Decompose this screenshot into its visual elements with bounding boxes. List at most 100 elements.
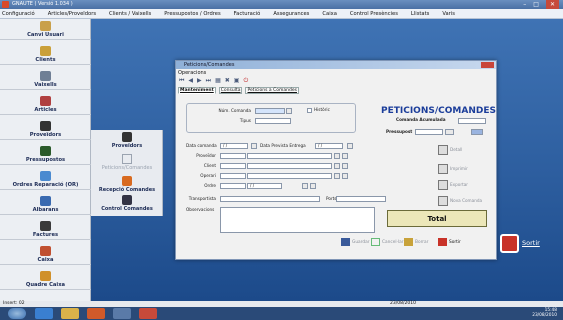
guardar-button[interactable]: Guardar — [341, 237, 370, 247]
articles-icon — [40, 96, 51, 106]
proveidor-name-input[interactable] — [247, 153, 332, 159]
orders-tabs: Manteniment Consulta Peticions a Comande… — [178, 87, 299, 94]
subpanel-item-peticions-comandes[interactable]: Peticions/Comandes — [91, 152, 163, 173]
client-code-input[interactable] — [220, 163, 246, 169]
sidebar-item-quadre-caixa[interactable]: Quadre Caixa — [0, 269, 91, 290]
orders-window-close-button[interactable] — [481, 62, 494, 68]
browser-taskbar-icon[interactable] — [35, 308, 53, 319]
tab-peticions-a-comandes[interactable]: Peticions a Comandes — [245, 87, 299, 94]
data-comanda-calendar-icon[interactable] — [251, 143, 257, 149]
first-record-icon[interactable]: ⏮ — [179, 77, 184, 85]
maximize-button[interactable]: □ — [533, 0, 539, 9]
operari-edit-button[interactable] — [342, 173, 348, 179]
sidebar-item-label: Factures — [32, 232, 59, 238]
imprimir-button[interactable]: Imprimir — [438, 162, 484, 175]
client-name-input[interactable] — [247, 163, 332, 169]
tipus-select[interactable] — [255, 118, 291, 124]
subpanel-item-recepcio-comandes[interactable]: Recepció Comandes — [91, 174, 163, 195]
folder-taskbar-icon[interactable] — [61, 308, 79, 319]
sidebar-item-proveidors[interactable]: Proveïdors — [0, 119, 91, 140]
sortir-window-button[interactable]: Sortir — [438, 237, 461, 247]
client-search-icon[interactable] — [334, 163, 340, 169]
exportar-button[interactable]: Exportar — [438, 178, 484, 191]
cancelar-button[interactable]: Cancel·lar — [371, 237, 404, 247]
menu-facturacio[interactable]: Facturació — [234, 9, 261, 18]
transportista-select[interactable] — [220, 196, 320, 202]
repair-order-icon — [40, 171, 51, 181]
operari-label: Operari — [200, 173, 216, 178]
sidebar-item-albarans[interactable]: Albarans — [0, 194, 91, 215]
menu-caixa[interactable]: Caixa — [322, 9, 337, 18]
ordre-search-icon[interactable] — [302, 183, 308, 189]
sidebar-item-factures[interactable]: Factures — [0, 219, 91, 240]
start-button[interactable] — [8, 308, 26, 319]
data-comanda-input[interactable]: / / — [220, 143, 248, 149]
data-comanda-label: Data comanda — [186, 143, 217, 148]
pressupost-search-icon[interactable] — [445, 129, 454, 135]
app-taskbar-icon[interactable] — [113, 308, 131, 319]
save-icon[interactable]: ▣ — [234, 77, 240, 85]
sidebar-item-pressupostos[interactable]: Pressupostos — [0, 144, 91, 165]
operari-code-input[interactable] — [220, 173, 246, 179]
sortir-app-button[interactable]: Sortir — [500, 232, 546, 254]
sidebar-item-ordres-reparacio[interactable]: Ordres Reparació (OR) — [0, 169, 91, 190]
borrar-button[interactable]: Borrar — [404, 237, 428, 247]
ordre-date-input[interactable]: / / — [247, 183, 282, 189]
tab-consulta[interactable]: Consulta — [218, 87, 243, 94]
ports-label: Ports — [326, 196, 337, 201]
client-label: Client — [203, 163, 216, 168]
ordre-code-input[interactable] — [220, 183, 246, 189]
subpanel-item-proveidors[interactable]: Proveïdors — [91, 130, 163, 151]
menu-configuracio[interactable]: Configuració — [2, 9, 35, 18]
comanda-acumulada-input[interactable] — [458, 118, 486, 124]
last-record-icon[interactable]: ⏭ — [206, 77, 211, 85]
num-comanda-input[interactable] — [255, 108, 285, 114]
data-entrega-label: Data Prevista Entrega — [260, 143, 306, 148]
proveidor-code-input[interactable] — [220, 153, 246, 159]
ports-select[interactable] — [336, 196, 386, 202]
transportista-label: Transportista — [188, 196, 216, 201]
menu-varis[interactable]: Varis — [442, 9, 455, 18]
menu-operacions[interactable]: Operacions — [178, 70, 206, 76]
menu-control-presencies[interactable]: Control Presències — [350, 9, 398, 18]
media-taskbar-icon[interactable] — [87, 308, 105, 319]
nova-comanda-button[interactable]: Nova Comanda — [438, 194, 484, 207]
close-button[interactable]: ✕ — [545, 0, 559, 9]
orders-window: Peticions/Comandes Operacions ⏮ ◀ ▶ ⏭ ▦ … — [175, 60, 497, 260]
subpanel-item-control-comandes[interactable]: Control Comandes — [91, 193, 163, 214]
pressupost-input[interactable] — [415, 129, 443, 135]
grid-icon[interactable]: ▦ — [215, 77, 221, 85]
taskbar-clock: 15:48 23/08/2010 — [532, 308, 557, 318]
sidebar-item-clients[interactable]: Clients — [0, 44, 91, 65]
historic-checkbox[interactable] — [307, 108, 312, 113]
proveidor-edit-button[interactable] — [342, 153, 348, 159]
exit-icon[interactable]: ⏻ — [243, 77, 248, 85]
operari-search-icon[interactable] — [334, 173, 340, 179]
proveidor-search-icon[interactable] — [334, 153, 340, 159]
menu-articles-proveidors[interactable]: Articles/Proveïdors — [48, 9, 96, 18]
detall-button[interactable]: Detall — [438, 143, 484, 156]
data-entrega-calendar-icon[interactable] — [347, 143, 353, 149]
sidebar-item-articles[interactable]: Articles — [0, 94, 91, 115]
ordre-edit-button[interactable] — [310, 183, 316, 189]
next-record-icon[interactable]: ▶ — [197, 77, 202, 85]
observacions-textarea[interactable] — [220, 207, 375, 233]
client-edit-button[interactable] — [342, 163, 348, 169]
menu-clients-vaixells[interactable]: Clients / Vaixells — [109, 9, 151, 18]
minimize-button[interactable]: – — [523, 0, 526, 9]
data-entrega-input[interactable]: / / — [315, 143, 343, 149]
delete-icon[interactable]: ✖ — [225, 77, 230, 85]
lock-icon — [40, 21, 51, 31]
tab-manteniment[interactable]: Manteniment — [178, 87, 216, 94]
menu-pressupostos-ordres[interactable]: Pressupostos / Ordres — [164, 9, 220, 18]
gnaute-taskbar-icon[interactable] — [139, 308, 157, 319]
menu-llistats[interactable]: Llistats — [411, 9, 429, 18]
num-comanda-lookup-button[interactable] — [286, 108, 292, 114]
pressupost-lookup-button[interactable] — [471, 129, 483, 135]
prev-record-icon[interactable]: ◀ — [188, 77, 193, 85]
sidebar-item-vaixells[interactable]: Vaixells — [0, 69, 91, 90]
operari-name-input[interactable] — [247, 173, 332, 179]
menu-assegurances[interactable]: Assegurances — [273, 9, 309, 18]
sidebar-item-canvi-usuari[interactable]: Canvi Usuari — [0, 19, 91, 40]
sidebar-item-caixa[interactable]: Caixa — [0, 244, 91, 265]
